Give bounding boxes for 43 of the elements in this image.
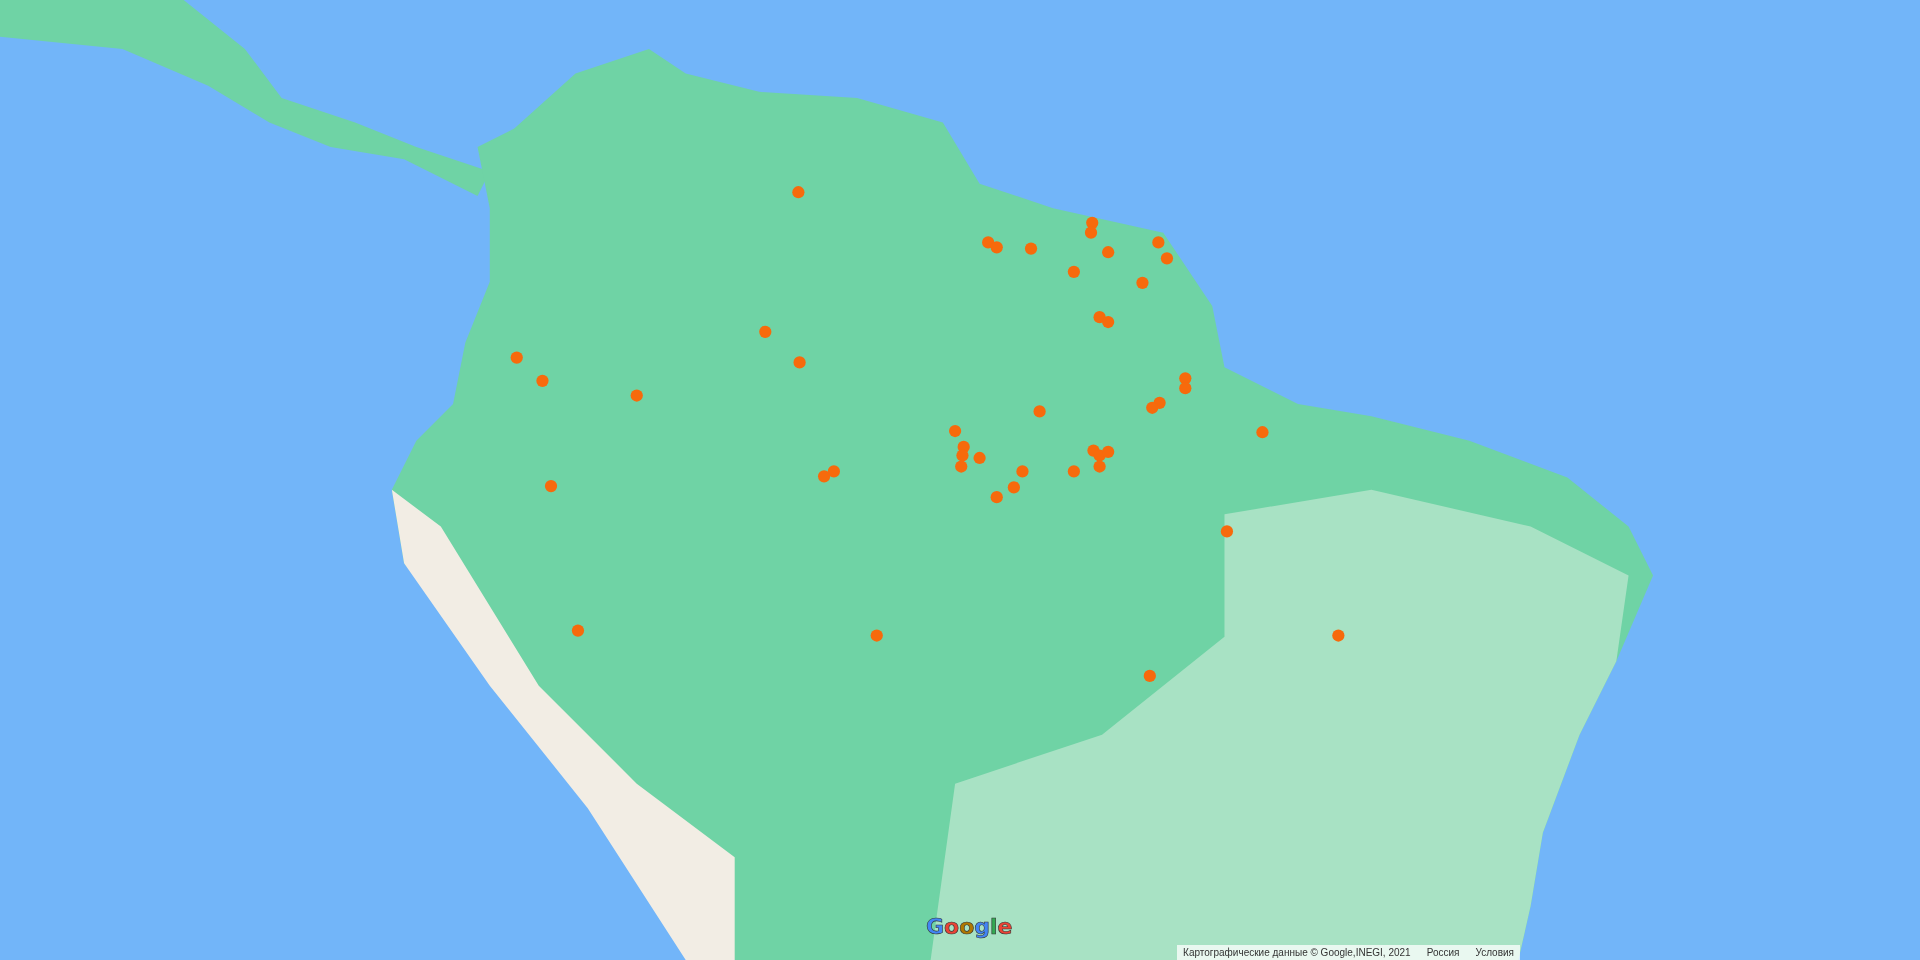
location-marker[interactable] (759, 325, 772, 338)
location-marker[interactable] (1093, 460, 1106, 473)
location-marker[interactable] (571, 624, 585, 637)
location-marker[interactable] (1086, 216, 1099, 229)
location-marker[interactable] (630, 389, 643, 402)
location-marker[interactable] (1146, 401, 1159, 414)
location-marker[interactable] (1007, 481, 1020, 494)
location-marker[interactable] (1067, 265, 1080, 278)
location-marker[interactable] (827, 465, 840, 478)
location-marker[interactable] (956, 449, 969, 462)
location-marker[interactable] (1016, 465, 1029, 478)
location-marker[interactable] (1067, 465, 1080, 478)
google-logo: Google (926, 914, 1013, 939)
location-marker[interactable] (1102, 315, 1115, 329)
location-marker[interactable] (1143, 669, 1156, 683)
location-marker[interactable] (1102, 445, 1115, 458)
location-marker[interactable] (536, 374, 549, 387)
location-marker[interactable] (792, 186, 805, 199)
location-marker[interactable] (1152, 236, 1165, 249)
location-marker[interactable] (1220, 525, 1234, 538)
location-marker[interactable] (1084, 226, 1098, 239)
location-marker[interactable] (990, 241, 1003, 254)
terms-link[interactable]: Условия (1475, 947, 1514, 958)
location-marker[interactable] (990, 491, 1003, 504)
location-marker[interactable] (510, 351, 523, 364)
location-marker[interactable] (1102, 246, 1115, 259)
location-marker[interactable] (1332, 629, 1345, 642)
location-marker[interactable] (949, 424, 962, 438)
location-marker[interactable] (1160, 252, 1174, 265)
location-marker[interactable] (1256, 426, 1269, 439)
location-marker[interactable] (793, 356, 806, 369)
location-marker[interactable] (1024, 242, 1038, 255)
location-marker[interactable] (544, 480, 558, 493)
location-marker[interactable] (955, 460, 968, 473)
map-data-credit: Картографические данные © Google,INEGI, 2021 (1183, 947, 1411, 958)
region-link[interactable]: Россия (1426, 947, 1460, 958)
location-marker[interactable] (1033, 405, 1046, 418)
map-view[interactable]: Google Картографические данные © Google,INEGI, 2021 Россия Условия (0, 0, 1920, 960)
location-marker[interactable] (1179, 382, 1192, 395)
location-marker[interactable] (817, 470, 831, 483)
location-marker[interactable] (973, 451, 986, 465)
location-marker[interactable] (1136, 276, 1149, 289)
location-marker[interactable] (870, 629, 883, 642)
